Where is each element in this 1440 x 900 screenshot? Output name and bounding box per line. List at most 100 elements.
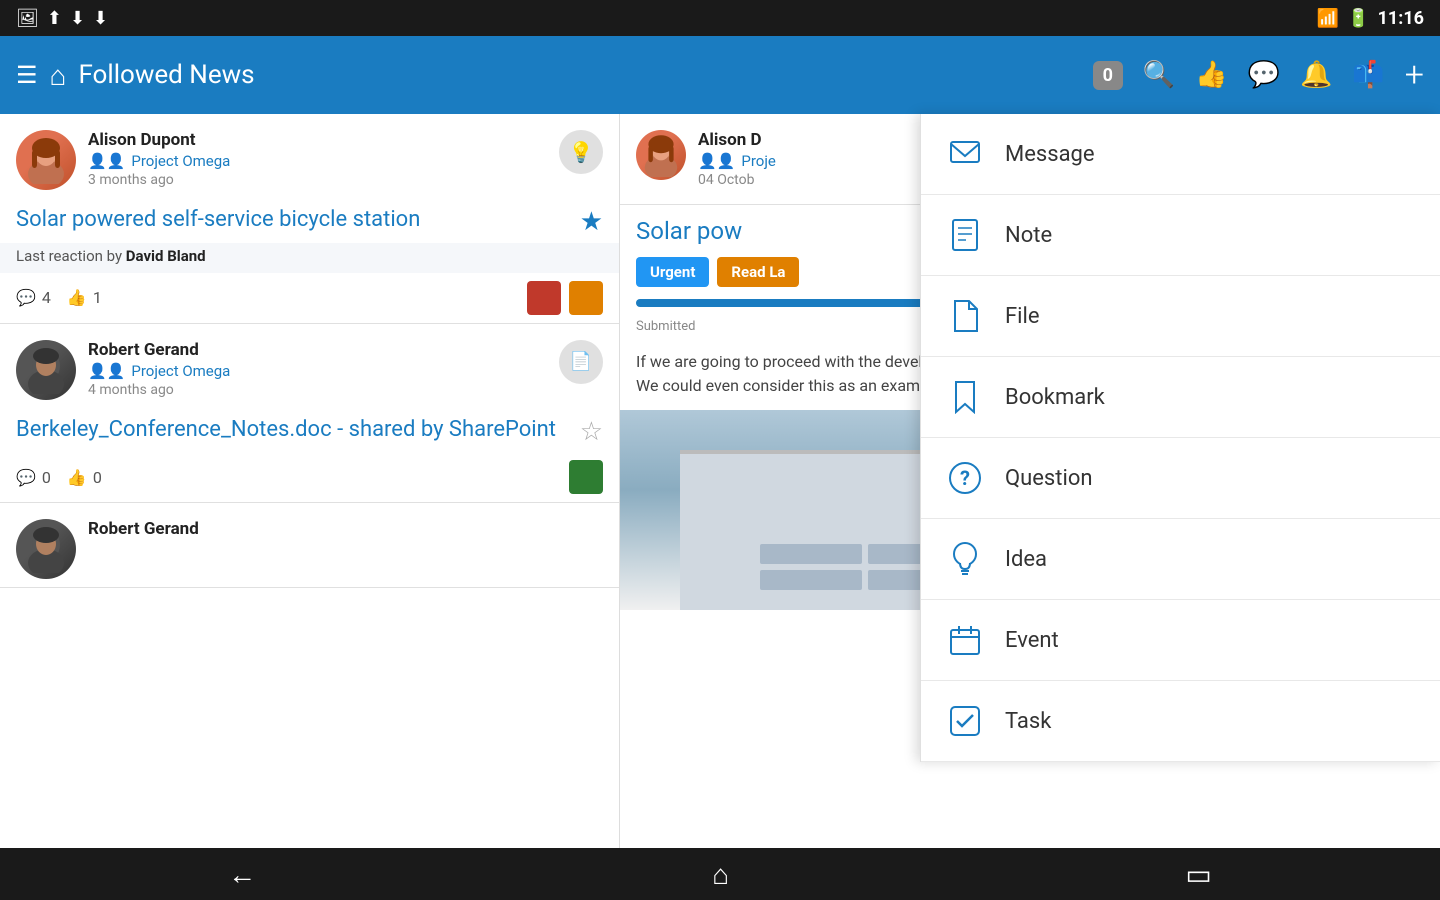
author-meta-2: Robert Gerand 👤👤 Project Omega 4 months … — [88, 340, 547, 398]
app-bar-title: Followed News — [78, 60, 254, 90]
news-item-1: Alison Dupont 👤👤 Project Omega 3 months … — [0, 114, 619, 324]
status-bar-right: 📶 🔋 11:16 — [1317, 8, 1424, 29]
menu-label-note: Note — [1005, 223, 1052, 248]
download-icon: ⬇ — [70, 8, 85, 29]
avatar-alison — [16, 130, 76, 190]
action-btn-2[interactable]: 📄 — [559, 340, 603, 384]
author-meta-3: Robert Gerand — [88, 519, 603, 539]
avatar-robert-2 — [16, 519, 76, 579]
star-btn-1[interactable]: ★ — [580, 206, 603, 240]
man-avatar-svg — [26, 346, 66, 394]
app-bar: ☰ ⌂ Followed News 0 🔍 👍 💬 🔔 📫 + — [0, 36, 1440, 114]
project-icon-1: 👤👤 — [88, 152, 125, 170]
menu-label-file: File — [1005, 304, 1040, 329]
star-btn-2[interactable]: ☆ — [580, 416, 603, 450]
svg-text:?: ? — [960, 466, 970, 490]
like-action-1[interactable]: 👍 1 — [67, 288, 102, 307]
like-count-2: 0 — [93, 468, 102, 487]
comment-icon-2: 💬 — [16, 468, 36, 487]
like-count-1: 1 — [93, 288, 102, 307]
comment-icon[interactable]: 💬 — [1248, 60, 1280, 90]
tag-readlater[interactable]: Read La — [717, 257, 799, 287]
note-icon — [945, 215, 985, 255]
color-dot-orange[interactable] — [569, 281, 603, 315]
status-time: 11:16 — [1378, 8, 1424, 29]
project-link-1[interactable]: 👤👤 Project Omega — [88, 152, 547, 170]
menu-label-task: Task — [1005, 709, 1051, 734]
right-project-icon: 👤👤 — [698, 152, 735, 170]
author-name-1: Alison Dupont — [88, 130, 547, 150]
menu-item-event[interactable]: Event — [921, 600, 1440, 681]
like-action-2[interactable]: 👍 0 — [67, 468, 102, 487]
app-bar-icons: 0 🔍 👍 💬 🔔 📫 + — [1093, 55, 1424, 95]
back-button[interactable]: ← — [228, 858, 256, 891]
menu-label-bookmark: Bookmark — [1005, 385, 1105, 410]
comment-count-1: 4 — [42, 288, 51, 307]
tag-urgent[interactable]: Urgent — [636, 257, 709, 287]
main-content: Alison Dupont 👤👤 Project Omega 3 months … — [0, 114, 1440, 848]
status-bar-left: 🖼 ⬆ ⬇ ⬇ — [16, 8, 108, 29]
like-icon[interactable]: 👍 — [1195, 60, 1227, 90]
window-1 — [760, 544, 862, 564]
file-icon — [945, 296, 985, 336]
menu-item-idea[interactable]: Idea — [921, 519, 1440, 600]
project-link-2[interactable]: 👤👤 Project Omega — [88, 362, 547, 380]
badge-count[interactable]: 0 — [1093, 61, 1123, 90]
reacted-by-1: David Bland — [126, 247, 206, 265]
woman-avatar-svg — [26, 136, 66, 184]
project-name-1: Project Omega — [131, 152, 230, 170]
action-btn-1[interactable]: 💡 — [559, 130, 603, 174]
idea-icon — [945, 539, 985, 579]
menu-item-note[interactable]: Note — [921, 195, 1440, 276]
color-dot-red[interactable] — [527, 281, 561, 315]
menu-label-question: Question — [1005, 466, 1093, 491]
news-footer-1: 💬 4 👍 1 — [0, 273, 619, 323]
like-icon-2: 👍 — [67, 468, 87, 487]
menu-label-event: Event — [1005, 628, 1059, 653]
like-icon-1: 👍 — [67, 288, 87, 307]
upload-icon: ⬆ — [47, 8, 62, 29]
home-button[interactable]: ⌂ — [712, 858, 729, 891]
window-7 — [760, 570, 862, 590]
dropdown-menu: Message Note — [920, 114, 1440, 762]
man-avatar-svg-2 — [26, 525, 66, 573]
comment-action-2[interactable]: 💬 0 — [16, 468, 51, 487]
color-dot-green[interactable] — [569, 460, 603, 494]
event-icon — [945, 620, 985, 660]
menu-item-question[interactable]: ? Question — [921, 438, 1440, 519]
author-name-2: Robert Gerand — [88, 340, 547, 360]
bell-icon[interactable]: 🔔 — [1300, 60, 1332, 90]
author-meta-1: Alison Dupont 👤👤 Project Omega 3 months … — [88, 130, 547, 188]
recents-button[interactable]: ▭ — [1185, 858, 1211, 891]
color-dots-1 — [527, 281, 603, 315]
news-reaction-1: Last reaction by David Bland — [0, 243, 619, 273]
news-item-3: Robert Gerand — [0, 503, 619, 588]
news-header-2: Robert Gerand 👤👤 Project Omega 4 months … — [0, 324, 619, 408]
news-title-2[interactable]: Berkeley_Conference_Notes.doc - shared b… — [0, 408, 619, 453]
project-icon-2: 👤👤 — [88, 362, 125, 380]
news-title-1[interactable]: Solar powered self-service bicycle stati… — [0, 198, 619, 243]
question-icon: ? — [945, 458, 985, 498]
avatar-robert — [16, 340, 76, 400]
status-bar: 🖼 ⬆ ⬇ ⬇ 📶 🔋 11:16 — [0, 0, 1440, 36]
menu-item-bookmark[interactable]: Bookmark — [921, 357, 1440, 438]
download2-icon: ⬇ — [93, 8, 108, 29]
time-ago-1: 3 months ago — [88, 172, 547, 188]
menu-item-file[interactable]: File — [921, 276, 1440, 357]
bottom-nav: ← ⌂ ▭ — [0, 848, 1440, 900]
right-panel: Alison D 👤👤 Proje 04 Octob Solar pow Urg… — [620, 114, 1440, 848]
left-panel: Alison Dupont 👤👤 Project Omega 3 months … — [0, 114, 620, 848]
menu-label-idea: Idea — [1005, 547, 1047, 572]
comment-action-1[interactable]: 💬 4 — [16, 288, 51, 307]
menu-item-message[interactable]: Message — [921, 114, 1440, 195]
news-header-3: Robert Gerand — [0, 503, 619, 587]
search-icon[interactable]: 🔍 — [1143, 60, 1175, 90]
news-header-1: Alison Dupont 👤👤 Project Omega 3 months … — [0, 114, 619, 198]
time-ago-2: 4 months ago — [88, 382, 547, 398]
plus-icon[interactable]: + — [1405, 55, 1424, 95]
home-icon[interactable]: ⌂ — [50, 59, 67, 92]
hamburger-icon[interactable]: ☰ — [16, 61, 38, 89]
menu-item-task[interactable]: Task — [921, 681, 1440, 762]
right-project-name: Proje — [741, 152, 776, 170]
inbox-icon[interactable]: 📫 — [1352, 60, 1384, 90]
